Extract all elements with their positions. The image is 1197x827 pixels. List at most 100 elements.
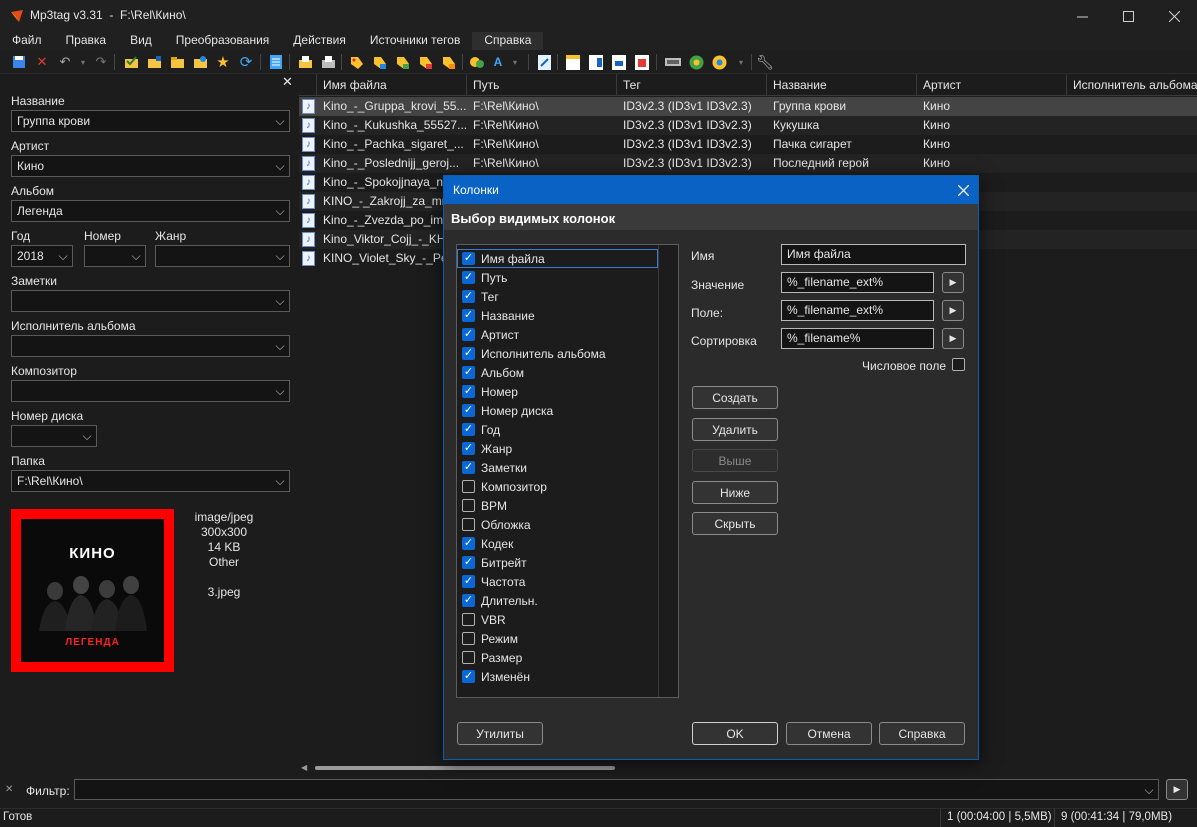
column-checkbox[interactable]: ✓ [462,556,475,569]
chevron-down-icon[interactable]: ⌵ [271,381,289,401]
autonumber-icon[interactable] [440,53,458,71]
column-checkbox[interactable]: ✓ [462,594,475,607]
column-checkbox[interactable] [462,480,475,493]
column-list-item[interactable]: ✓ Год [457,420,658,439]
title-field[interactable]: Группа крови ⌵ [11,110,290,132]
undo-icon[interactable]: ↶ [56,53,74,71]
column-list-item[interactable]: ✓ Битрейт [457,553,658,572]
column-checkbox[interactable] [462,499,475,512]
chevron-down-icon[interactable]: ⌵ [271,111,289,131]
column-list-item[interactable]: ✓ Название [457,306,658,325]
album-artist-field[interactable]: ⌵ [11,335,290,357]
copy-tag-icon[interactable] [296,53,314,71]
column-list-item[interactable]: ✓ Номер [457,382,658,401]
actions-dropdown-icon[interactable]: ▾ [506,53,524,71]
field-input[interactable]: %_filename_ext% [781,300,934,321]
column-list-item[interactable]: ✓ Изменён [457,667,658,686]
delete-button[interactable]: Удалить [692,418,778,441]
column-checkbox[interactable]: ✓ [462,309,475,322]
export-icon[interactable] [535,53,553,71]
column-list-item[interactable]: ✓ Заметки [457,458,658,477]
column-list-item[interactable]: ✓ Жанр [457,439,658,458]
chevron-down-icon[interactable]: ⌵ [127,246,145,266]
table-row[interactable]: ♪ Kino_-_Gruppa_krovi_55... F:\Rel\Кино\ ID… [299,97,1197,116]
dialog-close-button[interactable] [952,179,974,201]
report-icon[interactable] [587,53,605,71]
add-dir-icon[interactable] [145,53,163,71]
column-list-item[interactable]: ✓ Длительн. [457,591,658,610]
column-checkbox[interactable]: ✓ [462,461,475,474]
undo-dropdown-icon[interactable]: ▾ [74,53,92,71]
playlist-icon[interactable] [191,53,209,71]
html-report-icon[interactable] [610,53,628,71]
actions-icon[interactable] [468,53,486,71]
chevron-down-icon[interactable]: ⌵ [271,291,289,311]
menu-file[interactable]: Файл [0,32,54,50]
column-checkbox[interactable]: ✓ [462,385,475,398]
column-checkbox[interactable]: ✓ [462,404,475,417]
column-list-item[interactable]: ✓ Исполнитель альбома [457,344,658,363]
chevron-down-icon[interactable]: ⌵ [271,246,289,266]
column-list-item[interactable]: ✓ Кодек [457,534,658,553]
change-dir-icon[interactable] [122,53,140,71]
column-checkbox[interactable]: ✓ [462,290,475,303]
column-checkbox[interactable]: ✓ [462,575,475,588]
column-list-item[interactable]: ✓ Частота [457,572,658,591]
minimize-button[interactable] [1059,0,1105,32]
chevron-down-icon[interactable]: ⌵ [271,336,289,356]
track-field[interactable]: ⌵ [84,245,146,267]
filename-tag-icon[interactable] [371,53,389,71]
utilities-button[interactable]: Утилиты [457,722,543,745]
hide-button[interactable]: Скрыть [692,512,778,535]
scroll-left-icon[interactable]: ◀ [301,763,307,772]
table-row[interactable]: ♪ Kino_-_Pachka_sigaret_... F:\Rel\Кино\ ID… [299,135,1197,154]
table-row[interactable]: ♪ Kino_-_Poslednijj_geroj... F:\Rel\Кино\ I… [299,154,1197,173]
column-checkbox[interactable]: ✓ [462,670,475,683]
column-header-album-artist[interactable]: Исполнитель альбома [1067,74,1197,96]
quick-action-icon[interactable]: A [489,53,507,71]
text-tag-icon[interactable] [394,53,412,71]
favorites-icon[interactable]: ★ [214,53,232,71]
column-list-item[interactable]: ✓ Альбом [457,363,658,382]
tag-filename-icon[interactable] [348,53,366,71]
column-header-filename[interactable]: Имя файла [317,74,467,96]
column-checkbox[interactable]: ✓ [462,328,475,341]
menu-tag-sources[interactable]: Источники тегов [358,32,472,50]
chevron-down-icon[interactable]: ⌵ [271,156,289,176]
tag-source-icon[interactable] [710,53,728,71]
column-list-item[interactable]: Композитор [457,477,658,496]
csv-report-icon[interactable] [633,53,651,71]
redo-icon[interactable]: ↷ [92,53,110,71]
close-button[interactable] [1151,0,1197,32]
column-list-item[interactable]: BPM [457,496,658,515]
chevron-down-icon[interactable]: ⌵ [271,471,289,491]
column-checkbox[interactable]: ✓ [462,537,475,550]
column-checkbox[interactable]: ✓ [462,423,475,436]
artist-field[interactable]: Кино ⌵ [11,155,290,177]
column-checkbox[interactable]: ✓ [462,442,475,455]
freedb-icon[interactable] [664,53,682,71]
column-list-item[interactable]: Обложка [457,515,658,534]
menu-actions[interactable]: Действия [281,32,358,50]
field-expand-button[interactable]: ▶ [942,300,964,321]
tag-tag-icon[interactable] [417,53,435,71]
horizontal-scrollbar[interactable]: ◀ [299,762,1197,774]
column-header-tag[interactable]: Тег [617,74,767,96]
create-button[interactable]: Создать [692,386,778,409]
column-checkbox[interactable]: ✓ [462,252,475,265]
column-list-item[interactable]: ✓ Путь [457,268,658,287]
column-checkbox[interactable]: ✓ [462,347,475,360]
chevron-down-icon[interactable]: ⌵ [78,426,96,446]
close-panel-icon[interactable]: ✕ [282,74,293,90]
column-checkbox[interactable] [462,518,475,531]
maximize-button[interactable] [1105,0,1151,32]
sort-expand-button[interactable]: ▶ [942,328,964,349]
genre-field[interactable]: ⌵ [155,245,290,267]
name-input[interactable]: Имя файла [781,244,966,265]
column-checkbox[interactable]: ✓ [462,271,475,284]
web-source-icon[interactable] [687,53,705,71]
numeric-field-checkbox[interactable] [952,358,965,371]
cover-art[interactable]: КИНО ЛЕГЕНДА [11,509,174,672]
column-list-item[interactable]: ✓ Тег [457,287,658,306]
folder-icon[interactable] [168,53,186,71]
